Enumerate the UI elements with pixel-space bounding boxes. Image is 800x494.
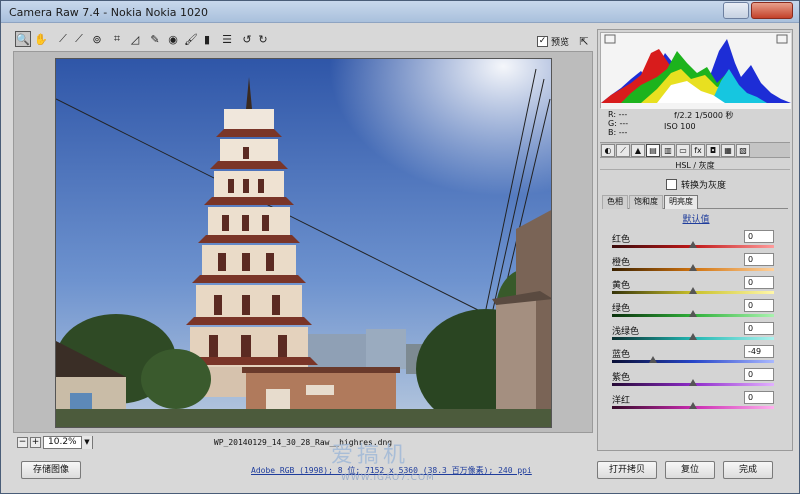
- save-image-button[interactable]: 存储图像: [21, 461, 81, 479]
- slider-label: 红色: [612, 235, 631, 245]
- slider-value-field[interactable]: 0: [744, 253, 774, 266]
- window-title: Camera Raw 7.4 - Nokia Nokia 1020: [9, 6, 208, 19]
- adjustment-panel: R: --- G: --- B: --- f/2.2 1/5000 秒 ISO …: [597, 29, 793, 451]
- tab-luminance[interactable]: 明亮度: [664, 195, 698, 209]
- straighten-tool-icon[interactable]: ◿: [127, 31, 143, 47]
- color-sampler-tool-icon[interactable]: ⟋: [71, 31, 87, 47]
- slider-label: 蓝色: [612, 350, 631, 360]
- minimize-button[interactable]: [723, 2, 749, 19]
- slider-label: 黄色: [612, 281, 631, 291]
- hsl-subtabs: 色相 饱和度 明亮度: [602, 195, 788, 209]
- iso-info: ISO 100: [664, 122, 696, 131]
- detail-tab-icon[interactable]: ▲: [631, 144, 645, 157]
- reset-button[interactable]: 复位: [665, 461, 715, 479]
- slider-thumb[interactable]: [689, 287, 697, 294]
- title-bar: Camera Raw 7.4 - Nokia Nokia 1020: [1, 1, 799, 23]
- white-balance-tool-icon[interactable]: ⟋: [55, 31, 71, 47]
- toolbar: 🔍 ✋ ⟋ ⟋ ⊚ ⌗ ◿ ✎ ◉ 🖌 ▮ ☰ ↺ ↻ ✓ 预览 ⇱: [13, 29, 593, 51]
- camera-calibration-tab-icon[interactable]: ◘: [706, 144, 720, 157]
- effects-tab-icon[interactable]: fx: [691, 144, 705, 157]
- slider-thumb[interactable]: [649, 356, 658, 363]
- slider-label: 紫色: [612, 373, 631, 383]
- rotate-cw-icon[interactable]: ↻: [255, 31, 271, 47]
- slider-label: 浅绿色: [612, 327, 640, 337]
- slider-thumb[interactable]: [689, 379, 697, 386]
- panel-tabs: ◐ ⟋ ▲ ▤ ▥ ▭ fx ◘ ▦ ▧: [600, 142, 790, 158]
- slider-value-field[interactable]: 0: [744, 322, 774, 335]
- section-title: HSL / 灰度: [600, 160, 790, 170]
- slider-row: 红色 0: [610, 230, 778, 254]
- default-link[interactable]: 默认值: [598, 212, 794, 225]
- preview-label: 预览: [551, 37, 570, 48]
- slider-value-field[interactable]: 0: [744, 391, 774, 404]
- spot-removal-tool-icon[interactable]: ✎: [147, 31, 163, 47]
- exposure-info: f/2.2 1/5000 秒: [674, 111, 734, 120]
- tone-curve-tab-icon[interactable]: ⟋: [616, 144, 630, 157]
- slider-row: 洋红 0: [610, 391, 778, 415]
- hand-tool-icon[interactable]: ✋: [33, 31, 49, 47]
- slider-label: 洋红: [612, 396, 631, 406]
- slider-thumb[interactable]: [689, 402, 697, 409]
- image-preview-area[interactable]: [13, 51, 593, 433]
- preview-toggle[interactable]: ✓ 预览 ⇱: [537, 33, 589, 49]
- convert-grayscale-label: 转换为灰度: [681, 181, 727, 191]
- close-button[interactable]: [751, 2, 793, 19]
- slider-thumb[interactable]: [689, 241, 697, 248]
- slider-row: 蓝色 -49: [610, 345, 778, 369]
- histogram: [600, 32, 791, 109]
- slider-row: 橙色 0: [610, 253, 778, 277]
- tab-saturation[interactable]: 饱和度: [629, 195, 663, 209]
- fullscreen-icon[interactable]: ⇱: [576, 33, 592, 49]
- preview-checkbox[interactable]: ✓: [537, 35, 548, 47]
- open-copy-button[interactable]: 打开拷贝: [597, 461, 657, 479]
- preview-status-row: − + 10.2% ▼ WP_20140129_14_30_28_Raw__hi…: [13, 435, 593, 451]
- lens-corrections-tab-icon[interactable]: ▭: [676, 144, 690, 157]
- target-adjust-tool-icon[interactable]: ⊚: [89, 31, 105, 47]
- b-readout: B: ---: [608, 128, 628, 137]
- adjustment-brush-icon[interactable]: 🖌: [183, 31, 199, 47]
- convert-grayscale-option[interactable]: 转换为灰度: [666, 178, 726, 191]
- watermark-url: WWW.iGAO7.COM: [341, 473, 435, 483]
- graduated-filter-icon[interactable]: ▮: [199, 31, 215, 47]
- slider-value-field[interactable]: 0: [744, 368, 774, 381]
- pixel-readout: R: --- G: --- B: --- f/2.2 1/5000 秒 ISO …: [600, 110, 790, 140]
- camera-raw-window: Camera Raw 7.4 - Nokia Nokia 1020 🔍 ✋ ⟋ …: [0, 0, 800, 494]
- slider-row: 绿色 0: [610, 299, 778, 323]
- slider-value-field[interactable]: 0: [744, 230, 774, 243]
- split-toning-tab-icon[interactable]: ▥: [661, 144, 675, 157]
- slider-row: 浅绿色 0: [610, 322, 778, 346]
- photo-preview: [55, 58, 552, 428]
- slider-label: 橙色: [612, 258, 631, 268]
- g-readout: G: ---: [608, 119, 629, 128]
- slider-track[interactable]: [612, 360, 774, 363]
- tab-hue[interactable]: 色相: [602, 195, 628, 209]
- window-controls: [723, 2, 793, 19]
- slider-value-field[interactable]: 0: [744, 276, 774, 289]
- convert-grayscale-checkbox[interactable]: [666, 179, 677, 190]
- zoom-tool-icon[interactable]: 🔍: [15, 31, 31, 47]
- watermark-logo: 爱搞机: [331, 443, 410, 468]
- hsl-tab-icon[interactable]: ▤: [646, 144, 660, 157]
- file-name: WP_20140129_14_30_28_Raw__highres.dng: [213, 438, 393, 447]
- slider-row: 紫色 0: [610, 368, 778, 392]
- preferences-icon[interactable]: ☰: [219, 31, 235, 47]
- slider-label: 绿色: [612, 304, 631, 314]
- presets-tab-icon[interactable]: ▦: [721, 144, 735, 157]
- crop-tool-icon[interactable]: ⌗: [109, 31, 125, 47]
- slider-thumb[interactable]: [689, 333, 697, 340]
- slider-value-field[interactable]: 0: [744, 299, 774, 312]
- rotate-ccw-icon[interactable]: ↺: [239, 31, 255, 47]
- red-eye-tool-icon[interactable]: ◉: [165, 31, 181, 47]
- basic-tab-icon[interactable]: ◐: [601, 144, 615, 157]
- r-readout: R: ---: [608, 110, 628, 119]
- done-button[interactable]: 完成: [723, 461, 773, 479]
- snapshots-tab-icon[interactable]: ▧: [736, 144, 750, 157]
- slider-value-field[interactable]: -49: [744, 345, 774, 358]
- slider-thumb[interactable]: [689, 310, 697, 317]
- slider-thumb[interactable]: [689, 264, 697, 271]
- slider-row: 黄色 0: [610, 276, 778, 300]
